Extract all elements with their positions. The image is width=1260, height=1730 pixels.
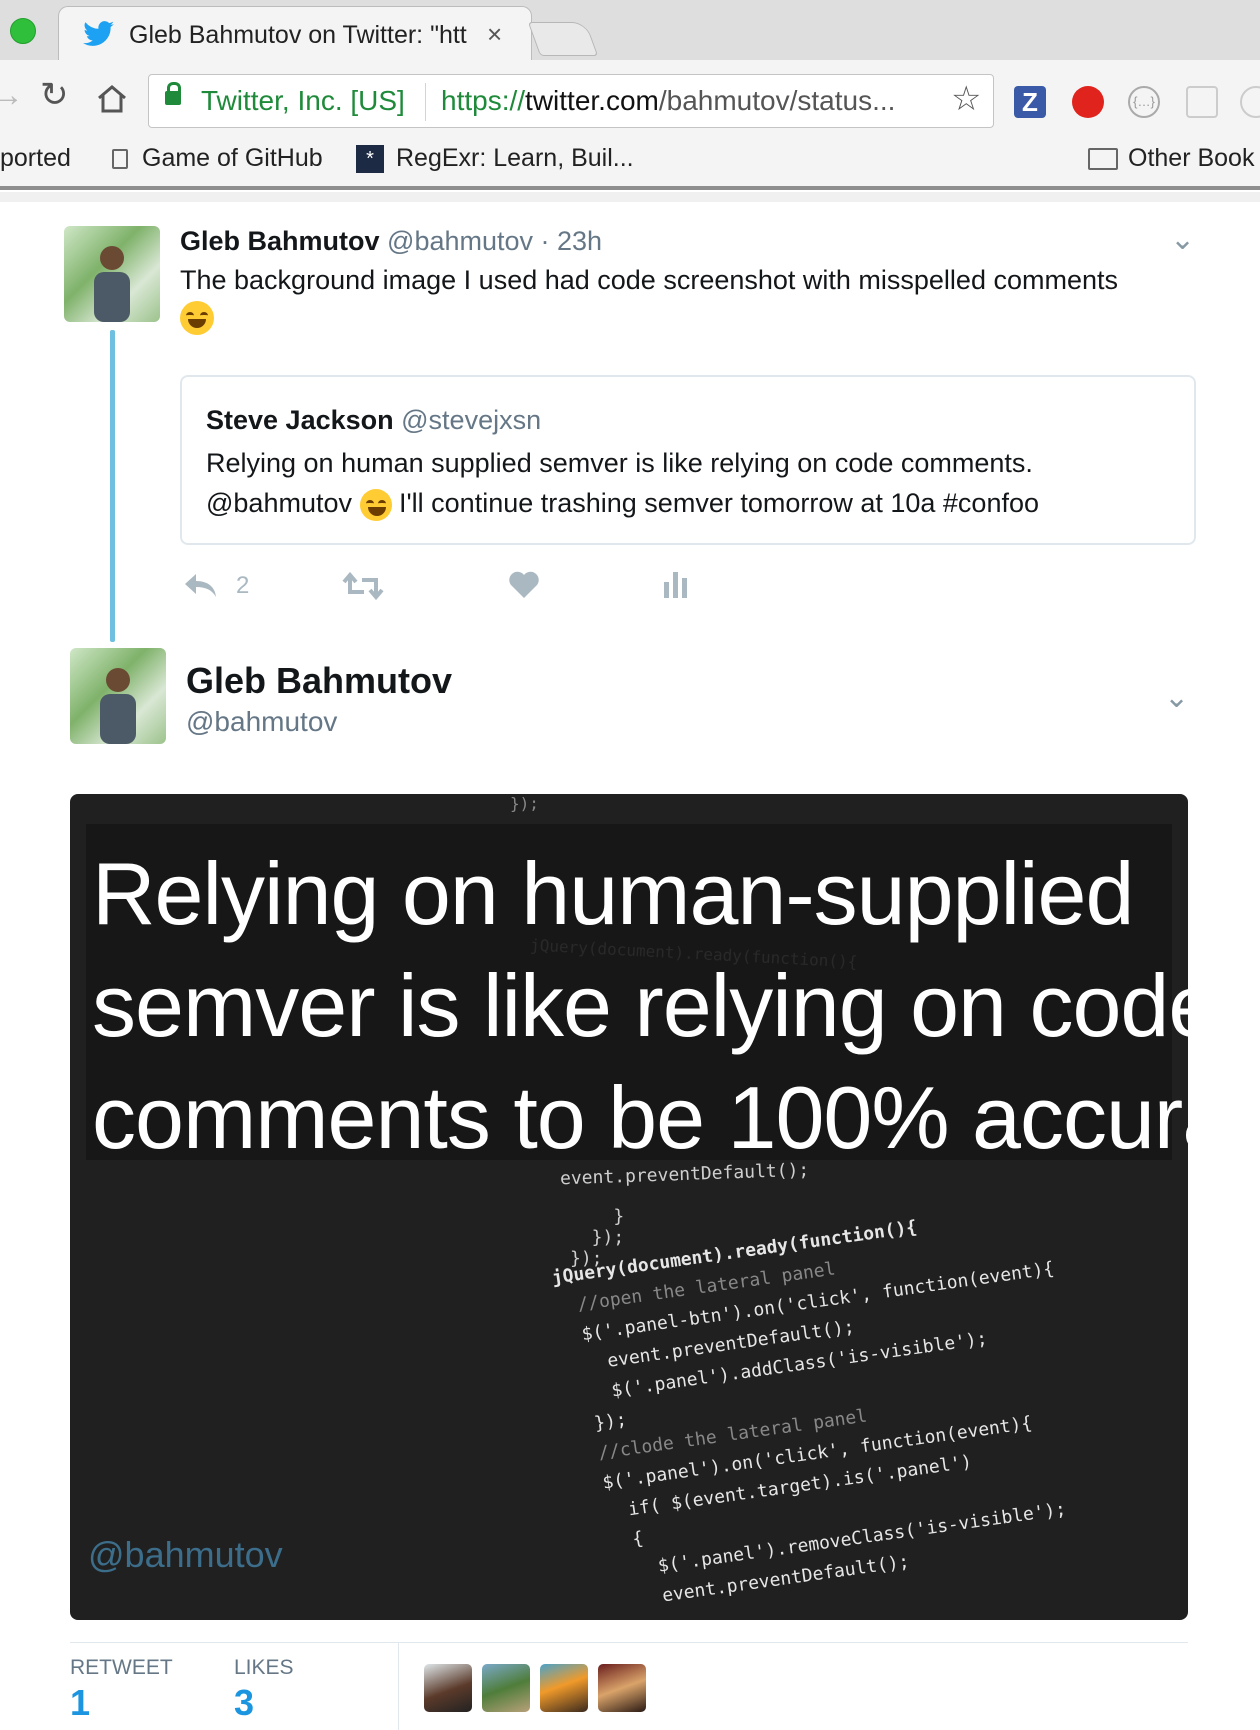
- tweet-header: Gleb Bahmutov @bahmutov · 23h: [180, 226, 602, 257]
- thread-connector: [110, 330, 115, 642]
- url-text[interactable]: https://twitter.com/bahmutov/status...: [441, 85, 895, 117]
- analytics-icon[interactable]: [662, 570, 690, 600]
- reply-count: 2: [236, 572, 250, 599]
- retweet-icon[interactable]: [342, 572, 384, 600]
- url-host: twitter.com: [525, 85, 659, 116]
- avatar-photo: [100, 668, 136, 744]
- bookmark-label: Other Book: [1128, 144, 1255, 172]
- bookmark-label: RegExr: Learn, Buil...: [396, 144, 634, 172]
- likes-label[interactable]: LIKES: [234, 1656, 294, 1680]
- liker-avatar[interactable]: [540, 1664, 588, 1712]
- quoted-tweet[interactable]: Steve Jackson @stevejxsn Relying on huma…: [180, 375, 1196, 545]
- tweet-text-body: The background image I used had code scr…: [180, 265, 1118, 295]
- liker-avatar[interactable]: [598, 1664, 646, 1712]
- quoted-text: Relying on human supplied semver is like…: [206, 443, 1166, 523]
- headline-overlay: Relying on human-supplied semver is like…: [86, 824, 1188, 1167]
- stats-divider: [70, 1642, 1188, 1643]
- url-separator: [425, 83, 426, 121]
- regexr-icon: *: [356, 144, 384, 173]
- author-name[interactable]: Gleb Bahmutov: [180, 226, 380, 256]
- url-scheme: https://: [441, 85, 526, 116]
- zotero-extension-icon[interactable]: Z: [1014, 86, 1046, 118]
- folder-icon: [1088, 147, 1118, 170]
- liker-avatar[interactable]: [482, 1664, 530, 1712]
- chevron-down-icon[interactable]: ⌄: [1170, 222, 1195, 257]
- grinning-squint-emoji-icon: [359, 488, 392, 521]
- bookmark-regexr[interactable]: * RegExr: Learn, Buil...: [356, 144, 634, 173]
- bookmark-game-of-github[interactable]: Game of GitHub: [112, 144, 323, 173]
- quoted-text-line1: Relying on human supplied semver is like…: [206, 448, 1033, 478]
- twitter-bird-icon: [83, 21, 114, 46]
- adblock-extension-icon[interactable]: [1072, 86, 1104, 118]
- page-divider: [0, 192, 1260, 202]
- lock-icon: [165, 82, 181, 105]
- tab-close-icon[interactable]: ×: [487, 19, 502, 50]
- bookmarks-bar: ported Game of GitHub * RegExr: Learn, Bu…: [0, 136, 1260, 190]
- avatar-photo: [94, 246, 130, 322]
- tab-title: Gleb Bahmutov on Twitter: "htt: [129, 21, 467, 49]
- url-path: /bahmutov/status...: [658, 85, 896, 116]
- tweet-text: The background image I used had code scr…: [180, 262, 1180, 335]
- bookmark-label: Game of GitHub: [142, 144, 323, 172]
- code-fragment: jQuery(document).ready(function(){ //ope…: [550, 1216, 1068, 1620]
- retweet-label[interactable]: RETWEET: [70, 1656, 173, 1680]
- headline-text: Relying on human-supplied semver is like…: [92, 844, 1188, 1167]
- likes-count[interactable]: 3: [234, 1682, 254, 1724]
- author-name[interactable]: Gleb Bahmutov: [186, 660, 452, 702]
- quoted-mention: @bahmutov: [206, 488, 352, 518]
- home-icon[interactable]: [96, 84, 128, 114]
- browser-tab[interactable]: Gleb Bahmutov on Twitter: "htt ×: [58, 6, 532, 62]
- tab-strip: Gleb Bahmutov on Twitter: "htt ×: [0, 0, 1260, 62]
- tweet-image[interactable]: }); jQuery(document).ready(function(){ e…: [70, 794, 1188, 1620]
- new-tab-button[interactable]: [527, 22, 599, 56]
- heart-icon[interactable]: [508, 570, 540, 600]
- retweet-count[interactable]: 1: [70, 1682, 90, 1724]
- quoted-text-line2: I'll continue trashing semver tomorrow a…: [399, 488, 1039, 518]
- document-icon: [112, 148, 128, 169]
- bookmark-star-icon[interactable]: ☆: [951, 79, 981, 119]
- site-identity[interactable]: Twitter, Inc. [US]: [201, 85, 405, 117]
- page-extension-icon[interactable]: [1186, 86, 1218, 118]
- avatar[interactable]: [70, 648, 166, 744]
- liker-avatar[interactable]: [424, 1664, 472, 1712]
- tears-of-joy-emoji-icon: [180, 300, 214, 335]
- quoted-author-handle: @stevejxsn: [401, 405, 542, 435]
- window-close-button[interactable]: [10, 18, 36, 44]
- bookmark-other-bookmarks[interactable]: Other Book: [1088, 144, 1254, 173]
- chevron-down-icon[interactable]: ⌄: [1164, 680, 1189, 715]
- forward-arrow-icon[interactable]: →: [0, 78, 24, 112]
- bookmark-label: ported: [0, 144, 71, 172]
- bookmark-imported[interactable]: ported: [0, 144, 71, 173]
- avatar[interactable]: [64, 226, 160, 322]
- reply-icon[interactable]: [182, 570, 218, 600]
- code-fragment: });: [510, 794, 539, 813]
- reload-icon[interactable]: ↻: [40, 78, 69, 112]
- stats-separator: [398, 1642, 399, 1730]
- author-handle-time[interactable]: @bahmutov · 23h: [387, 226, 602, 256]
- image-watermark: @bahmutov: [88, 1534, 283, 1575]
- author-handle[interactable]: @bahmutov: [186, 706, 337, 738]
- address-bar[interactable]: Twitter, Inc. [US] https://twitter.com/b…: [148, 74, 994, 128]
- json-extension-icon[interactable]: {…}: [1128, 86, 1160, 118]
- quoted-header: Steve Jackson @stevejxsn: [206, 405, 541, 436]
- quoted-author-name: Steve Jackson: [206, 405, 394, 435]
